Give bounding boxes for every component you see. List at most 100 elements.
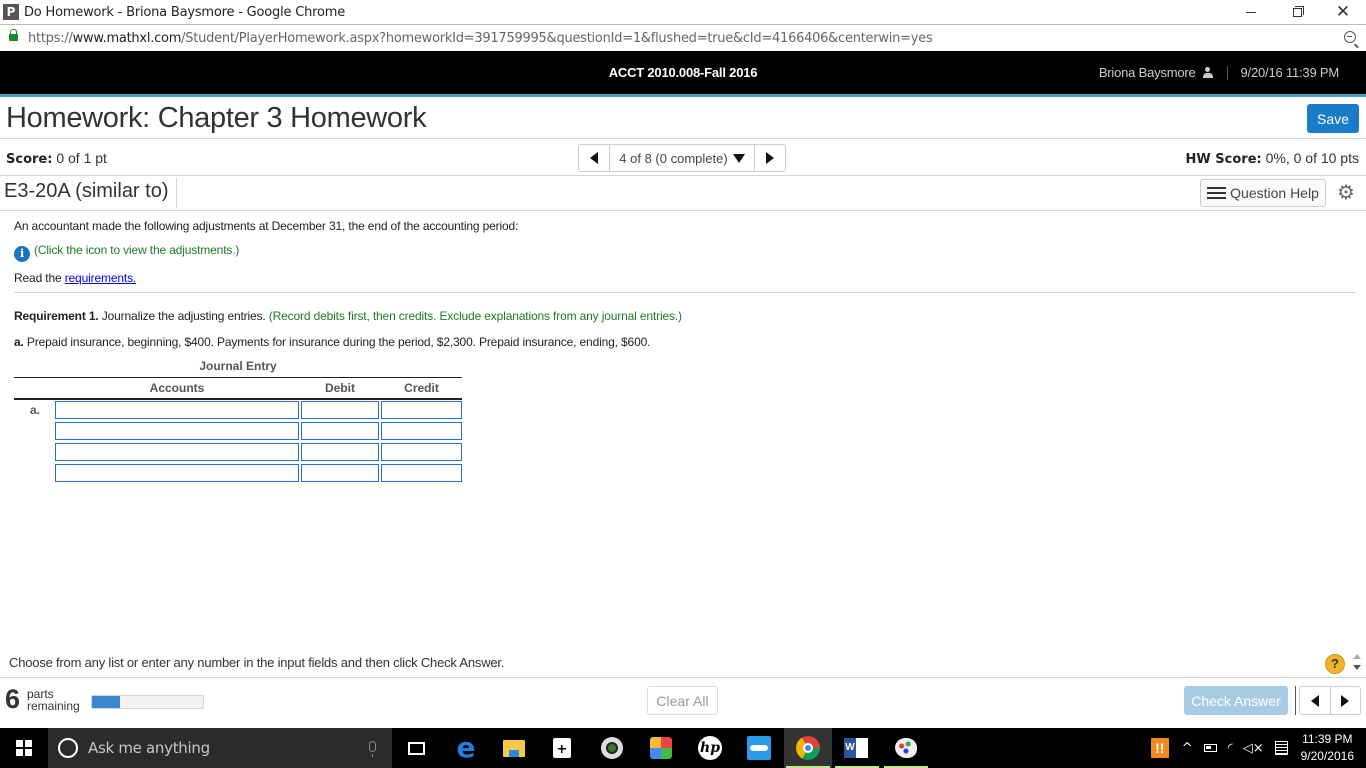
question-selector[interactable]: 4 of 8 (0 complete)	[610, 145, 754, 171]
volume-muted-icon[interactable]: ◁×	[1243, 741, 1264, 756]
search-placeholder: Ask me anything	[88, 739, 210, 757]
webcam-app-button[interactable]	[588, 728, 636, 768]
entry-label: a.	[30, 403, 41, 417]
credit-input[interactable]	[381, 422, 462, 440]
caret-down-icon	[732, 153, 745, 163]
debit-input[interactable]	[301, 401, 379, 419]
tray-clock[interactable]: 11:39 PM 9/20/2016	[1301, 731, 1354, 765]
close-icon: ✕	[1335, 2, 1351, 22]
debit-input[interactable]	[301, 443, 379, 461]
webcam-icon	[601, 737, 623, 759]
credit-input[interactable]	[381, 401, 462, 419]
requirements-line: Read the requirements.	[14, 271, 136, 285]
hp-button[interactable]: hp	[686, 728, 734, 768]
restore-icon	[1292, 5, 1304, 17]
read-prefix: Read the	[14, 271, 65, 285]
gear-icon[interactable]: ⚙	[1337, 182, 1355, 202]
clear-all-button[interactable]: Clear All	[647, 686, 718, 715]
user-icon	[1202, 67, 1213, 78]
puzzle-app-button[interactable]	[637, 728, 685, 768]
word-button[interactable]	[833, 728, 881, 768]
account-input[interactable]	[55, 401, 299, 419]
microphone-icon[interactable]	[369, 741, 376, 757]
divider	[14, 292, 1356, 293]
notification-icon[interactable]	[1274, 741, 1288, 755]
file-explorer-button[interactable]	[490, 728, 538, 768]
url-host: www.mathxl.com	[72, 30, 182, 46]
chrome-button[interactable]	[784, 728, 832, 768]
column-header-credit: Credit	[404, 381, 439, 395]
account-input[interactable]	[55, 422, 299, 440]
info-icon[interactable]: i	[14, 246, 30, 262]
user-area: Briona Baysmore 9/20/16 11:39 PM	[1099, 65, 1339, 80]
hw-score-label: HW Score:	[1185, 152, 1262, 167]
header-datetime: 9/20/16 11:39 PM	[1240, 65, 1340, 80]
footer-next-button[interactable]	[1331, 687, 1361, 714]
store-icon	[553, 738, 571, 758]
edge-icon: e	[456, 731, 476, 764]
help-icon[interactable]: ?	[1325, 654, 1345, 674]
requirement-1: Requirement 1. Journalize the adjusting …	[14, 309, 682, 323]
scroll-down-icon[interactable]	[1353, 665, 1361, 670]
minimize-button[interactable]	[1228, 0, 1274, 24]
column-header-accounts: Accounts	[149, 381, 205, 395]
zoom-out-icon[interactable]	[1344, 31, 1356, 43]
network-app-button[interactable]	[735, 728, 783, 768]
next-question-button[interactable]	[754, 145, 785, 171]
check-answer-button[interactable]: Check Answer	[1184, 686, 1288, 715]
debit-input[interactable]	[301, 422, 379, 440]
divider	[0, 175, 1366, 176]
account-input[interactable]	[55, 464, 299, 482]
warning-icon[interactable]: !!	[1150, 738, 1169, 758]
scrollbar[interactable]	[1351, 652, 1362, 674]
scroll-up-icon[interactable]	[1353, 654, 1361, 659]
cortana-icon	[58, 738, 78, 758]
footer-previous-button[interactable]	[1300, 687, 1331, 714]
taskbar: Ask me anything e hp !! ^ ◜ ◁× 11:39 PM …	[0, 728, 1366, 768]
wifi-icon[interactable]: ◜	[1228, 741, 1233, 756]
page-title: Homework: Chapter 3 Homework	[6, 102, 427, 134]
battery-icon[interactable]	[1203, 744, 1217, 752]
requirements-link[interactable]: requirements.	[65, 271, 137, 285]
user-name[interactable]: Briona Baysmore	[1099, 65, 1196, 80]
address-bar[interactable]: https://www.mathxl.com/Student/PlayerHom…	[0, 24, 1366, 51]
save-button[interactable]: Save	[1307, 104, 1359, 133]
question-id: E3-20A (similar to)	[4, 180, 169, 202]
edge-button[interactable]: e	[442, 728, 490, 768]
browser-titlebar: P Do Homework - Briona Baysmore - Google…	[0, 0, 1366, 24]
url-text[interactable]: https://www.mathxl.com/Student/PlayerHom…	[28, 30, 933, 46]
network-app-icon	[747, 736, 771, 760]
windows-logo-icon	[16, 740, 32, 756]
app-icon: P	[3, 4, 19, 20]
tray-time: 11:39 PM	[1302, 732, 1353, 746]
window-controls: ✕	[1228, 0, 1366, 24]
progress-fill	[92, 696, 120, 708]
credit-input[interactable]	[381, 443, 462, 461]
paint-button[interactable]	[882, 728, 930, 768]
accent-line	[0, 94, 1366, 97]
close-button[interactable]: ✕	[1320, 0, 1366, 24]
restore-button[interactable]	[1274, 0, 1320, 24]
start-button[interactable]	[0, 728, 48, 768]
task-view-button[interactable]	[392, 728, 440, 768]
chevron-up-icon[interactable]: ^	[1182, 741, 1193, 756]
footer-pager	[1299, 686, 1361, 715]
score-label: Score:	[6, 152, 53, 167]
divider	[1295, 686, 1296, 715]
progress-bar	[91, 695, 204, 709]
credit-input[interactable]	[381, 464, 462, 482]
score: Score: 0 of 1 pt	[6, 150, 107, 167]
pager-text: 4 of 8 (0 complete)	[619, 150, 728, 166]
store-button[interactable]	[538, 728, 586, 768]
cortana-search[interactable]: Ask me anything	[48, 728, 392, 768]
requirement-1-note: (Record debits first, then credits. Excl…	[268, 309, 682, 323]
divider	[176, 178, 177, 208]
account-input[interactable]	[55, 443, 299, 461]
previous-question-button[interactable]	[579, 145, 610, 171]
instruction-text: Choose from any list or enter any number…	[9, 655, 505, 670]
window-title: Do Homework - Briona Baysmore - Google C…	[24, 4, 346, 20]
question-help-button[interactable]: Question Help	[1200, 179, 1326, 207]
column-header-debit: Debit	[325, 381, 355, 395]
debit-input[interactable]	[301, 464, 379, 482]
lock-icon	[9, 29, 18, 43]
